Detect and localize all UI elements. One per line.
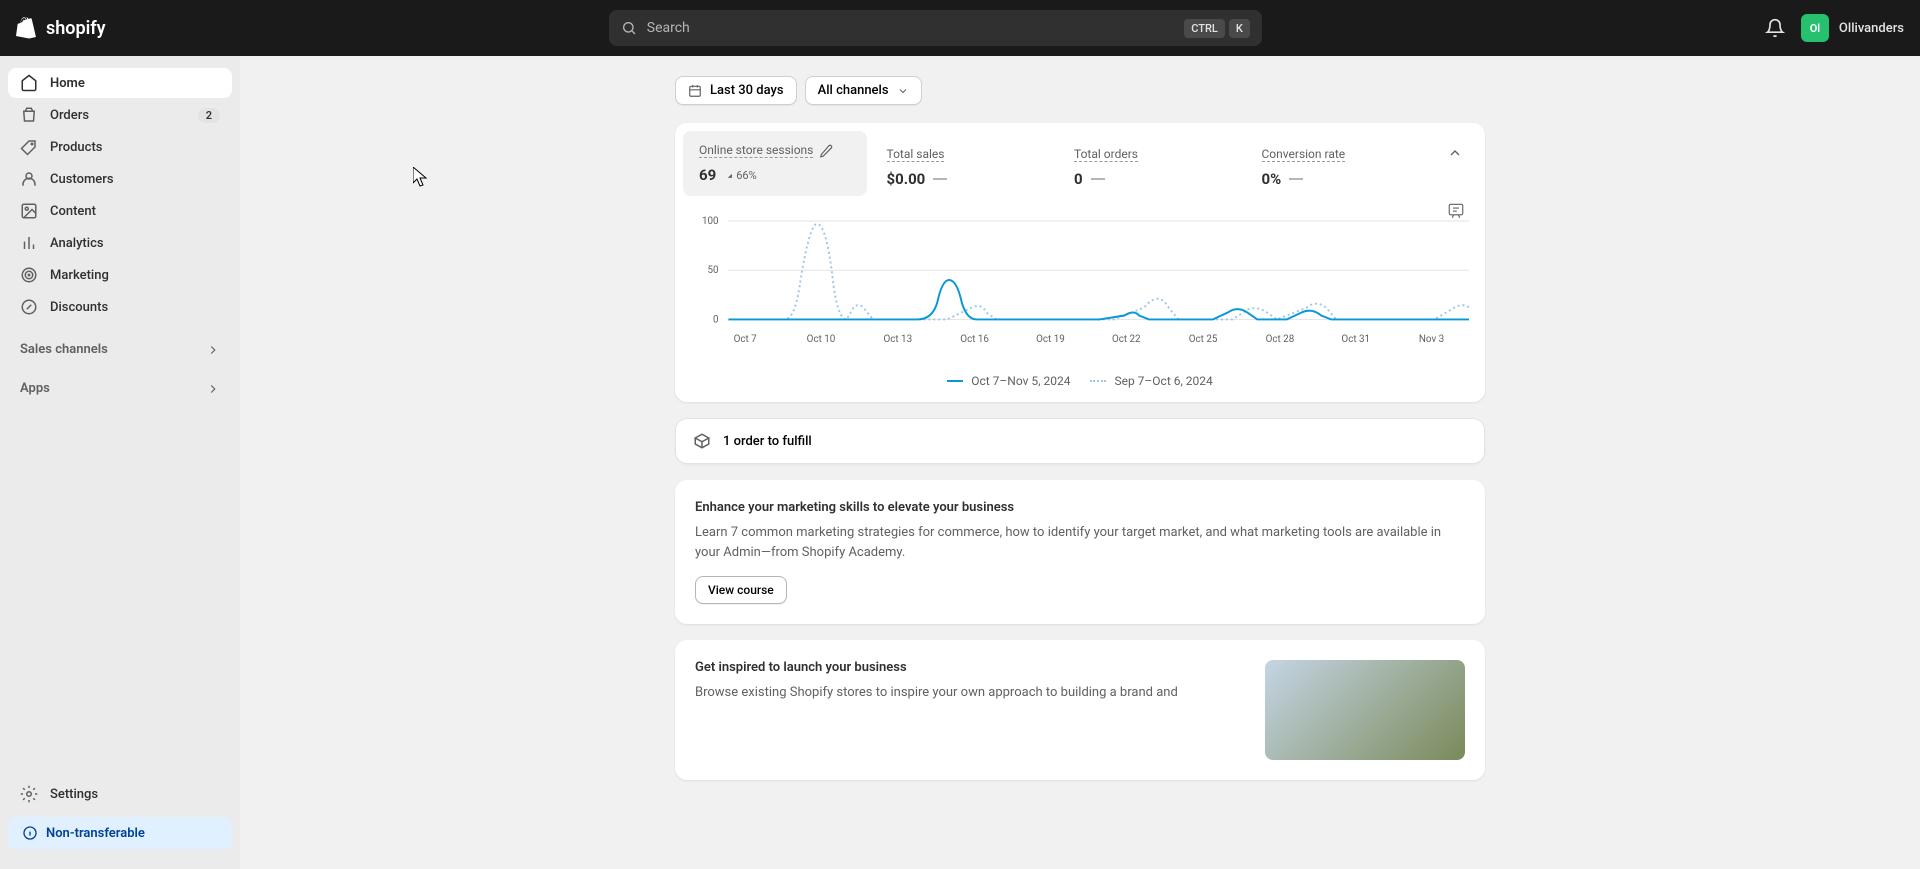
notifications-icon[interactable]	[1765, 18, 1785, 38]
sidebar-item-home[interactable]: Home	[8, 68, 232, 98]
svg-text:50: 50	[708, 265, 719, 276]
nav-label: Marketing	[50, 268, 109, 283]
home-icon	[20, 74, 38, 92]
chart-line-previous	[728, 224, 1469, 320]
chart-svg: 100 50 0 Oct 7 Oct 10 Oct 13 Oct 16	[691, 208, 1469, 358]
stat-tab-orders[interactable]: Total orders 0	[1058, 131, 1242, 200]
svg-text:Oct 10: Oct 10	[807, 334, 836, 345]
products-icon	[20, 138, 38, 156]
sidebar-item-marketing[interactable]: Marketing	[8, 260, 232, 290]
legend-line-solid-icon	[947, 380, 963, 382]
logo-text: shopify	[46, 18, 106, 39]
stats-card: Online store sessions 69 66% Total	[675, 123, 1485, 402]
date-range-button[interactable]: Last 30 days	[675, 76, 797, 105]
svg-text:100: 100	[702, 216, 719, 227]
stat-tab-conversion[interactable]: Conversion rate 0%	[1246, 131, 1430, 200]
analytics-icon	[20, 234, 38, 252]
discounts-icon	[20, 298, 38, 316]
nav-label: Orders	[50, 108, 89, 123]
search-input[interactable]	[647, 20, 1174, 36]
nav-label: Discounts	[50, 300, 108, 315]
inspire-card: Get inspired to launch your business Bro…	[675, 640, 1485, 780]
sidebar-section-sales-channels[interactable]: Sales channels	[8, 336, 232, 363]
card-title: Get inspired to launch your business	[695, 660, 1245, 675]
stat-tab-sessions[interactable]: Online store sessions 69 66%	[683, 131, 867, 196]
legend-line-dotted-icon	[1090, 380, 1106, 382]
gear-icon	[20, 785, 38, 803]
delta-down: 66%	[724, 169, 756, 182]
marketing-card: Enhance your marketing skills to elevate…	[675, 480, 1485, 624]
sessions-chart: 100 50 0 Oct 7 Oct 10 Oct 13 Oct 16	[683, 200, 1477, 394]
sidebar-item-orders[interactable]: Orders 2	[8, 100, 232, 130]
card-title: Enhance your marketing skills to elevate…	[695, 500, 1465, 515]
content-icon	[20, 202, 38, 220]
orders-badge: 2	[198, 108, 220, 123]
logo[interactable]: shopify	[16, 16, 106, 40]
svg-text:Oct 25: Oct 25	[1189, 334, 1218, 345]
nav-label: Analytics	[50, 236, 104, 251]
no-change-icon	[1289, 178, 1303, 180]
annotate-icon[interactable]	[1447, 202, 1465, 220]
svg-text:Oct 7: Oct 7	[734, 334, 758, 345]
legend-current[interactable]: Oct 7–Nov 5, 2024	[947, 374, 1070, 388]
sidebar-item-content[interactable]: Content	[8, 196, 232, 226]
collapse-button[interactable]	[1439, 137, 1471, 173]
task-text: 1 order to fulfill	[723, 434, 812, 449]
user-menu[interactable]: Ol Ollivanders	[1801, 14, 1904, 42]
svg-text:Oct 22: Oct 22	[1112, 334, 1141, 345]
svg-text:Oct 13: Oct 13	[884, 334, 913, 345]
card-text: Learn 7 common marketing strategies for …	[695, 523, 1465, 562]
sidebar-item-customers[interactable]: Customers	[8, 164, 232, 194]
inspire-image	[1265, 660, 1465, 760]
chevron-right-icon	[206, 382, 220, 396]
customers-icon	[20, 170, 38, 188]
marketing-icon	[20, 266, 38, 284]
svg-text:Oct 28: Oct 28	[1266, 334, 1295, 345]
fulfill-task-card[interactable]: 1 order to fulfill	[675, 418, 1485, 464]
sidebar: Home Orders 2 Products Customers Content…	[0, 56, 240, 869]
search-icon	[621, 20, 637, 36]
shopify-logo-icon	[16, 16, 40, 40]
sidebar-item-discounts[interactable]: Discounts	[8, 292, 232, 322]
search-bar[interactable]: CTRL K	[609, 10, 1262, 46]
user-name: Ollivanders	[1839, 21, 1904, 36]
chart-line-current	[728, 280, 1469, 319]
nav-label: Settings	[50, 787, 98, 802]
card-text: Browse existing Shopify stores to inspir…	[695, 683, 1245, 703]
topbar: shopify CTRL K Ol Ollivanders	[0, 0, 1920, 56]
channels-button[interactable]: All channels	[805, 76, 922, 105]
package-icon	[693, 432, 711, 450]
calendar-icon	[688, 84, 702, 98]
nav-label: Customers	[50, 172, 114, 187]
sidebar-item-products[interactable]: Products	[8, 132, 232, 162]
no-change-icon	[1091, 178, 1105, 180]
avatar: Ol	[1801, 14, 1829, 42]
legend-previous[interactable]: Sep 7–Oct 6, 2024	[1090, 374, 1212, 388]
chevron-right-icon	[206, 343, 220, 357]
svg-text:Oct 31: Oct 31	[1341, 334, 1370, 345]
main-content: Last 30 days All channels Online store s…	[240, 56, 1920, 869]
svg-text:Nov 3: Nov 3	[1419, 334, 1444, 345]
chevron-up-icon	[1447, 145, 1463, 161]
nav-label: Content	[50, 204, 96, 219]
arrow-down-icon	[724, 170, 734, 180]
search-shortcut: CTRL K	[1184, 19, 1250, 38]
nav-label: Home	[50, 76, 85, 91]
nav-label: Products	[50, 140, 102, 155]
info-icon	[22, 825, 38, 841]
no-change-icon	[933, 178, 947, 180]
chart-legend: Oct 7–Nov 5, 2024 Sep 7–Oct 6, 2024	[691, 362, 1469, 394]
svg-text:0: 0	[713, 314, 719, 325]
svg-text:Oct 19: Oct 19	[1036, 334, 1065, 345]
sidebar-item-settings[interactable]: Settings	[8, 779, 232, 809]
orders-icon	[20, 106, 38, 124]
pencil-icon[interactable]	[819, 144, 833, 158]
chevron-down-icon	[897, 85, 909, 97]
view-course-button[interactable]: View course	[695, 576, 787, 604]
svg-text:Oct 16: Oct 16	[960, 334, 989, 345]
plan-badge[interactable]: Non-transferable	[8, 817, 232, 849]
stat-tab-sales[interactable]: Total sales $0.00	[871, 131, 1055, 200]
sidebar-item-analytics[interactable]: Analytics	[8, 228, 232, 258]
sidebar-section-apps[interactable]: Apps	[8, 375, 232, 402]
